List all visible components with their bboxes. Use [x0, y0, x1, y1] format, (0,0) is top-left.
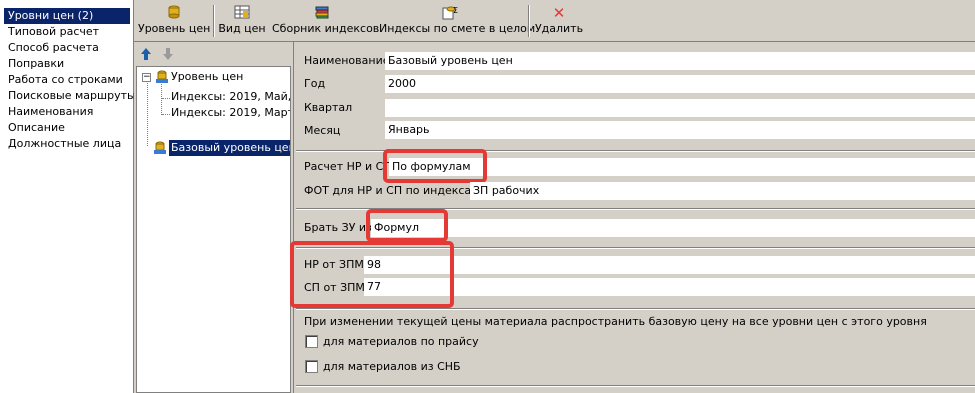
sum-document-icon: Σ — [379, 4, 523, 22]
calc-highlight — [383, 149, 487, 183]
nav-item-rows[interactable]: Работа со строками — [0, 72, 133, 88]
tree-node-base-level[interactable]: Базовый уровень цен — [140, 140, 290, 156]
nav-item-calc-method[interactable]: Способ расчета — [0, 40, 133, 56]
index-collection-label: Сборник индексов — [272, 22, 380, 35]
tree-node-index-march[interactable]: Индексы: 2019, Март, К — [171, 105, 290, 121]
table-icon — [218, 4, 266, 22]
nav-item-price-levels[interactable]: Уровни цен (2) — [4, 8, 130, 24]
collapse-toggle-icon[interactable]: − — [142, 73, 151, 82]
checkbox-price-materials[interactable] — [305, 335, 318, 348]
price-level-button[interactable]: Уровень цен — [138, 4, 210, 40]
tree-node-label: Индексы: 2019, Март, К — [171, 106, 290, 119]
delete-x-icon: ✕ — [552, 4, 566, 22]
year-field[interactable]: 2000 — [385, 75, 975, 93]
index-collection-button[interactable]: Сборник индексов — [272, 4, 380, 40]
svg-text:Σ: Σ — [453, 6, 458, 15]
month-field[interactable]: Январь — [385, 121, 975, 139]
base-level-node-icon — [154, 141, 166, 160]
checkbox-snb-materials-label[interactable]: для материалов из СНБ — [323, 359, 461, 375]
tree-node-label: Индексы: 2019, Май, ТЕ — [171, 90, 291, 103]
name-field[interactable]: Базовый уровень цен — [385, 52, 975, 70]
fot-field[interactable]: ЗП рабочих — [470, 182, 975, 200]
calc-label: Расчет НР и СП — [304, 160, 392, 173]
year-label: Год — [304, 77, 326, 90]
price-view-button[interactable]: Вид цен — [218, 4, 266, 40]
divider — [296, 385, 975, 387]
zu-highlight — [366, 209, 448, 242]
toolbar: Уровень цен Вид цен Сборник индексов Σ И… — [134, 0, 975, 42]
sp-field[interactable]: 77 — [364, 278, 975, 296]
nav-item-corrections[interactable]: Поправки — [0, 56, 133, 72]
indices-total-button[interactable]: Σ Индексы по смете в целом — [379, 4, 536, 40]
tree-panel: − Уровень цен Индексы: 2019, Май, ТЕ Инд… — [134, 42, 294, 393]
coins-icon — [138, 4, 210, 22]
tree-node-label-selected: Базовый уровень цен — [169, 140, 290, 156]
month-label: Месяц — [304, 124, 341, 137]
nav-item-search-routes[interactable]: Поисковые маршруты — [0, 88, 136, 104]
books-icon — [272, 4, 372, 22]
divider — [296, 308, 975, 310]
delete-button[interactable]: ✕ Удалить — [534, 4, 584, 40]
zu-label: Брать ЗУ из — [304, 221, 372, 234]
fot-label: ФОТ для НР и СП по индексам — [304, 184, 480, 197]
move-down-icon[interactable] — [162, 47, 174, 64]
properties-form: Наименование Базовый уровень цен Год 200… — [290, 42, 975, 393]
nr-sp-highlight — [290, 241, 454, 308]
indices-total-label: Индексы по смете в целом — [379, 22, 536, 35]
delete-label: Удалить — [534, 22, 584, 35]
tree-node-label: Уровень цен — [171, 70, 244, 83]
nav-item-description[interactable]: Описание — [0, 120, 133, 136]
checkbox-snb-materials[interactable] — [305, 360, 318, 373]
price-level-node-icon — [156, 70, 168, 89]
left-nav-panel: Уровни цен (2) Типовой расчет Способ рас… — [0, 0, 136, 393]
nr-field[interactable]: 98 — [364, 256, 975, 274]
zu-field[interactable]: Формул — [371, 219, 975, 237]
nav-item-names[interactable]: Наименования — [0, 104, 133, 120]
checkbox-price-materials-label[interactable]: для материалов по прайсу — [323, 334, 479, 350]
price-level-tree: − Уровень цен Индексы: 2019, Май, ТЕ Инд… — [136, 66, 291, 393]
price-level-label: Уровень цен — [138, 22, 211, 35]
nav-item-typical-calc[interactable]: Типовой расчет — [0, 24, 133, 40]
quarter-label: Квартал — [304, 101, 353, 114]
quarter-field[interactable] — [385, 99, 975, 117]
nav-item-officials[interactable]: Должностные лица — [0, 136, 133, 152]
move-up-icon[interactable] — [140, 47, 152, 64]
name-label: Наименование — [304, 54, 390, 67]
tree-node-index-may[interactable]: Индексы: 2019, Май, ТЕ — [171, 89, 291, 105]
propagate-note: При изменении текущей цены материала рас… — [304, 315, 927, 328]
price-view-label: Вид цен — [218, 22, 266, 35]
